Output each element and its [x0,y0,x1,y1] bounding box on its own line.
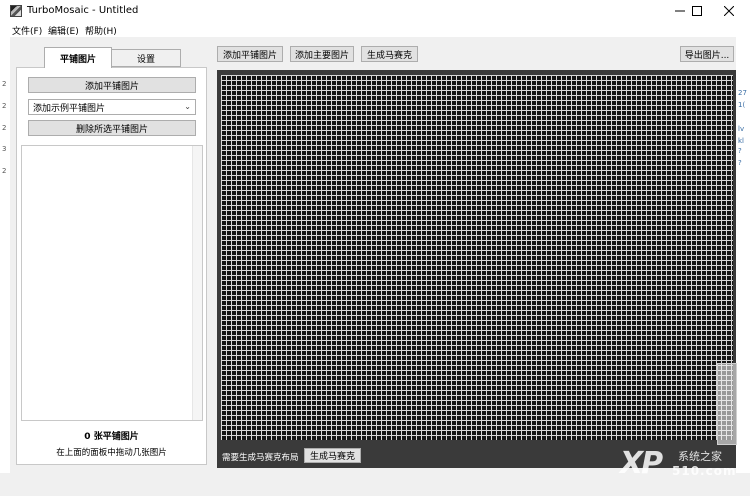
right-edge-mark: 27 [738,89,747,97]
right-edge-mark: 1( [738,101,746,109]
menu-edit[interactable]: 编辑(E) [48,24,79,37]
right-edge-strip: 27 1( lv kl ? ? [736,37,750,473]
left-edge-mark: 3 [2,145,7,153]
generate-mosaic-button[interactable]: 生成马赛克 [361,46,418,62]
menu-help[interactable]: 帮助(H) [85,24,117,37]
title-bar[interactable]: TurboMosaic - Untitled [0,0,750,22]
app-icon [10,5,22,17]
tiles-panel: 添加平铺图片 添加示例平铺图片 ⌄ 删除所选平铺图片 0 张平铺图片 在上面的面… [16,67,207,465]
tile-list-scrollbar[interactable] [192,146,202,420]
watermark-top-text: 系统之家 [678,450,722,463]
right-edge-mark: ? [738,147,742,155]
menu-file[interactable]: 文件(F) [12,24,42,37]
mosaic-preview-panel: 需要生成马赛克布局 生成马赛克 [217,70,737,468]
tab-tiles[interactable]: 平铺图片 [44,47,112,68]
delete-selected-tiles-button[interactable]: 删除所选平铺图片 [28,120,196,136]
tile-count-label: 0 张平铺图片 [84,432,139,442]
watermark-bottom-text: 510.com [672,464,737,478]
side-overlay-panel [717,363,737,445]
window-title: TurboMosaic - Untitled [27,5,139,16]
menu-bar: 文件(F) 编辑(E) 帮助(H) [0,22,750,37]
tab-settings[interactable]: 设置 [111,49,181,67]
chevron-down-icon: ⌄ [184,102,191,111]
toolbar-add-tiles-button[interactable]: 添加平铺图片 [217,46,283,62]
left-edge-mark: 2 [2,102,7,110]
sample-tiles-dropdown-value: 添加示例平铺图片 [33,103,106,114]
main-client-area: 平铺图片 设置 添加平铺图片 添加示例平铺图片 ⌄ 删除所选平铺图片 0 张平铺… [10,37,737,473]
right-edge-mark: ? [738,159,742,167]
layout-status-text: 需要生成马赛克布局 [222,453,299,463]
app-window: TurboMosaic - Untitled 文件(F) 编辑(E) 帮助(H)… [0,0,750,496]
add-tiles-button[interactable]: 添加平铺图片 [28,77,196,93]
left-edge-mark: 2 [2,167,7,175]
close-icon [724,6,734,16]
add-main-image-button[interactable]: 添加主要图片 [290,46,354,62]
maximize-icon [692,6,702,16]
right-edge-mark: lv [738,125,745,133]
drag-hint-label: 在上面的面板中拖动几张图片 [56,448,167,458]
watermark-big-text: XP [620,446,663,481]
sample-tiles-dropdown[interactable]: 添加示例平铺图片 ⌄ [28,99,196,115]
left-edge-mark: 2 [2,124,7,132]
status-generate-mosaic-button[interactable]: 生成马赛克 [304,448,361,463]
tile-list[interactable] [21,145,203,421]
maximize-button[interactable] [680,0,714,22]
left-edge-strip: 2 2 2 3 2 [0,37,10,473]
mosaic-grid[interactable] [221,75,733,440]
close-button[interactable] [712,0,746,22]
left-edge-mark: 2 [2,80,7,88]
export-image-button[interactable]: 导出图片... [680,46,734,62]
watermark-logo: XP 系统之家 510.com [620,444,748,484]
right-edge-mark: kl [738,137,744,145]
